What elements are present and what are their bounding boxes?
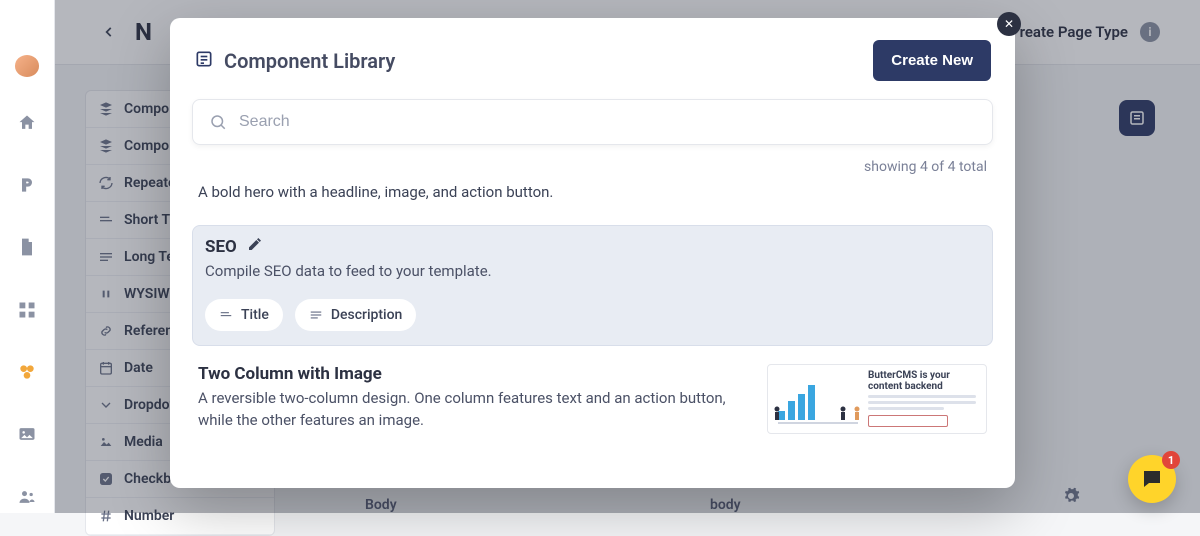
component-card-seo[interactable]: SEO Compile SEO data to feed to your tem… — [192, 225, 993, 346]
nav-media-icon[interactable] — [9, 356, 45, 388]
nav-page-icon[interactable] — [9, 231, 45, 263]
component-card-two-column[interactable]: Two Column with Image A reversible two-c… — [192, 356, 993, 442]
edit-icon[interactable] — [247, 236, 263, 257]
search-input[interactable] — [239, 113, 976, 131]
component-list[interactable]: A bold hero with a headline, image, and … — [192, 181, 1005, 488]
chip-title[interactable]: Title — [205, 299, 283, 331]
avatar[interactable] — [15, 55, 39, 77]
component-card-hero[interactable]: A bold hero with a headline, image, and … — [192, 181, 993, 215]
nav-image-icon[interactable] — [9, 418, 45, 450]
nav-rail — [0, 0, 55, 513]
card-description: Compile SEO data to feed to your templat… — [205, 261, 980, 283]
notification-badge: 1 — [1162, 451, 1180, 469]
search-field[interactable] — [192, 99, 993, 145]
create-new-button[interactable]: Create New — [873, 40, 991, 81]
nav-home-icon[interactable] — [9, 107, 45, 139]
component-thumbnail: ButterCMS is your content backend — [767, 364, 987, 434]
card-description: A reversible two-column design. One colu… — [198, 388, 751, 432]
card-title: SEO — [205, 237, 237, 257]
nav-collection-icon[interactable] — [9, 294, 45, 326]
chip-description[interactable]: Description — [295, 299, 417, 331]
library-icon — [194, 49, 214, 73]
close-icon[interactable]: ✕ — [997, 12, 1021, 36]
help-chat-button[interactable]: 1 — [1128, 455, 1176, 503]
component-library-modal: ✕ Component Library Create New showing 4… — [170, 18, 1015, 488]
nav-users-icon[interactable] — [9, 481, 45, 513]
modal-header: Component Library Create New — [192, 36, 993, 99]
modal-title: Component Library — [224, 49, 395, 73]
results-count: showing 4 of 4 total — [864, 159, 987, 175]
search-icon — [209, 113, 227, 131]
card-title: Two Column with Image — [198, 364, 382, 384]
nav-blog-icon[interactable] — [9, 169, 45, 201]
